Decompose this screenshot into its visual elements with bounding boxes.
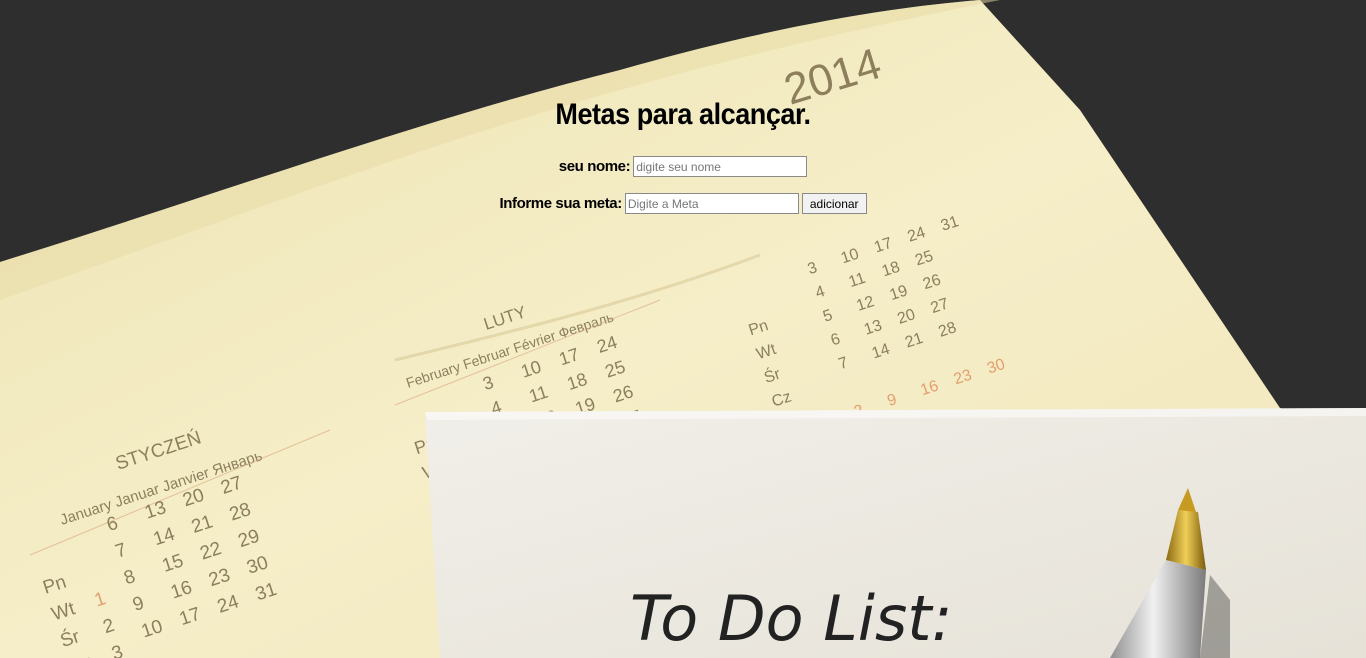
name-label: seu nome: — [558, 158, 631, 175]
name-input[interactable] — [633, 156, 808, 177]
todo-note-text: To Do List: — [630, 582, 953, 655]
name-row: seu nome: — [0, 156, 1366, 177]
goal-form-panel: Metas para alcançar. seu nome: Informe s… — [0, 0, 1366, 214]
goal-label: Informe sua meta: — [499, 195, 622, 212]
add-goal-button[interactable]: adicionar — [801, 193, 867, 214]
goal-input[interactable] — [624, 193, 799, 214]
page-title: Metas para alcançar. — [555, 98, 811, 131]
goal-row: Informe sua meta: adicionar — [0, 193, 1366, 214]
